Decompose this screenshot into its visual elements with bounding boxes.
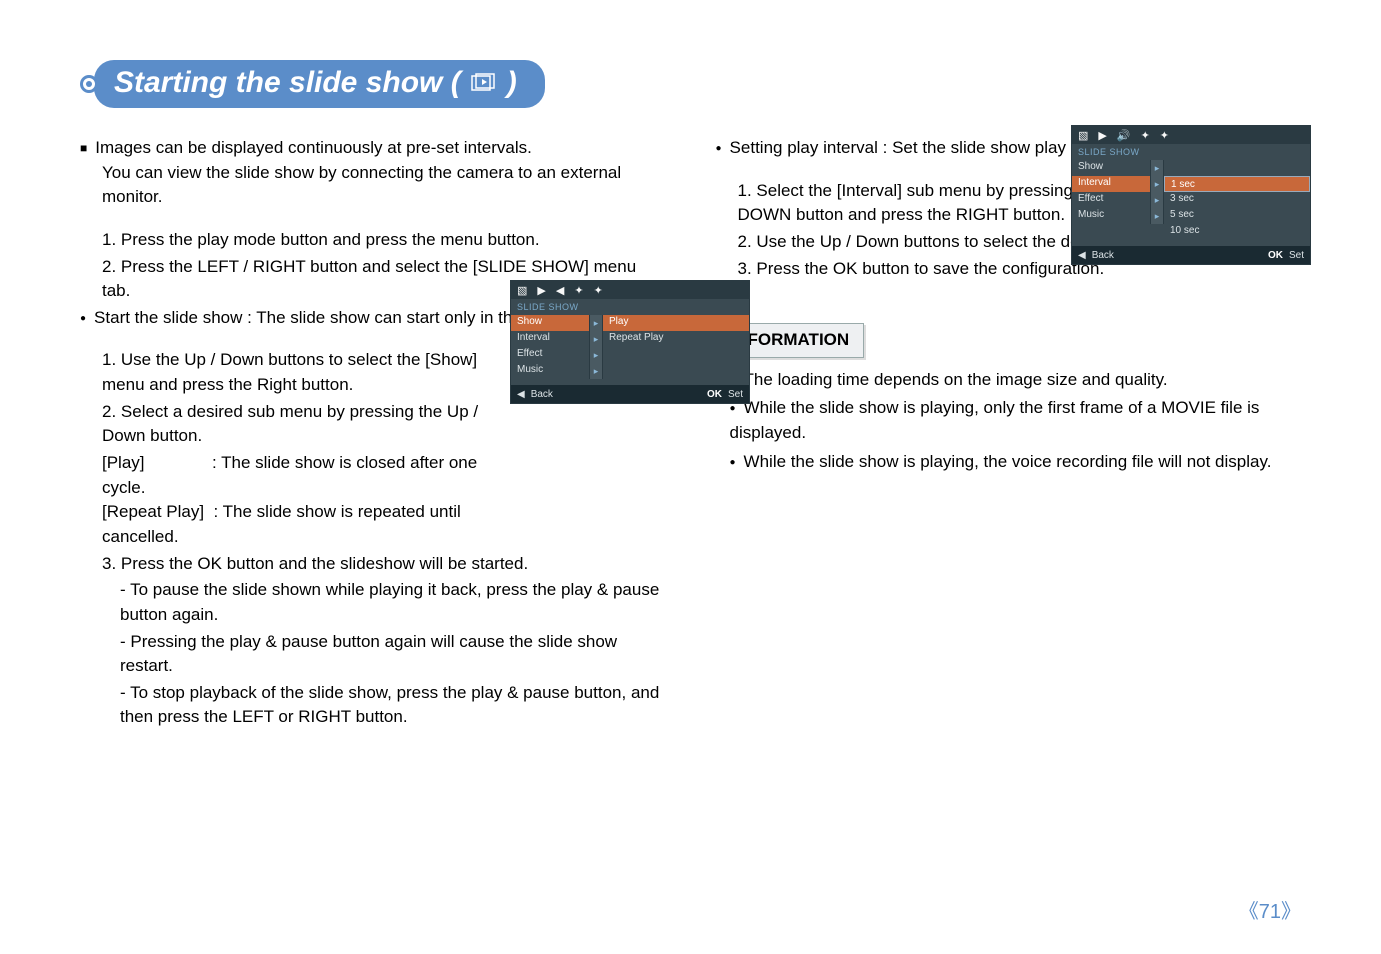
lcd-back-label: Back	[1092, 250, 1114, 261]
information-list: The loading time depends on the image si…	[716, 368, 1302, 475]
start-step-3c: - To stop playback of the slide show, pr…	[80, 681, 666, 730]
lcd-ok-label: OK	[1268, 250, 1283, 261]
info-item-2: While the slide show is playing, only th…	[716, 396, 1302, 445]
intro-line1: Images can be displayed continuously at …	[80, 136, 666, 161]
title-text: Starting the slide show (	[114, 66, 461, 100]
chevron-right-icon: ▸	[1150, 160, 1164, 176]
info-item-3: While the slide show is playing, the voi…	[716, 450, 1302, 475]
left-arrow-icon: ◀	[517, 389, 525, 400]
play-desc: : The slide show is closed after one cyc…	[102, 453, 477, 497]
left-column: Images can be displayed continuously at …	[80, 136, 666, 732]
sound-tab-icon: ◀	[556, 284, 564, 297]
lcd-tab-icons: ▧ ▶ 🔊 ✦ ✦	[1072, 126, 1310, 144]
play-label: [Play]	[102, 453, 145, 472]
page-title-wrap: Starting the slide show ( )	[80, 60, 1301, 108]
start-step-3: 3. Press the OK button and the slideshow…	[80, 552, 666, 577]
lcd-value-5sec: 5 sec	[1164, 208, 1310, 224]
lcd-label-effect: Effect	[511, 347, 589, 363]
sound-tab-icon: 🔊	[1117, 129, 1131, 142]
lcd-label-music: Music	[1072, 208, 1150, 224]
chevron-right-icon: ▸	[1150, 176, 1164, 192]
intro-line2: You can view the slide show by connectin…	[80, 161, 666, 210]
tool1-tab-icon: ✦	[1141, 129, 1150, 142]
page-number: 71	[1239, 895, 1301, 924]
lcd-label-show: Show	[1072, 160, 1150, 176]
lcd-row-show: Show ▸ Play	[511, 315, 749, 331]
slideshow-tab-icon: ▧	[1078, 129, 1088, 142]
lcd-value-1sec: 1 sec	[1164, 176, 1310, 192]
start-step-1: 1. Use the Up / Down buttons to select t…	[80, 348, 500, 397]
title-bullet-icon	[80, 75, 98, 93]
chevron-right-icon: ▸	[1150, 208, 1164, 224]
lcd-row-interval: Interval ▸ 1 sec	[1072, 176, 1310, 192]
chevron-right-icon: ▸	[589, 347, 603, 363]
repeat-label: [Repeat Play]	[102, 502, 204, 521]
lcd-menu-title: SLIDE SHOW	[511, 299, 749, 315]
lcd-label-interval: Interval	[511, 331, 589, 347]
lcd-row-music: Music ▸	[511, 363, 749, 379]
lcd-label-interval: Interval	[1072, 176, 1150, 192]
repeat-option: [Repeat Play] : The slide show is repeat…	[80, 500, 500, 549]
lcd-value-play: Play	[603, 315, 749, 331]
tool1-tab-icon: ✦	[574, 284, 583, 297]
lcd-value-10sec: 10 sec	[1164, 224, 1310, 240]
lcd-set-label: Set	[728, 389, 743, 400]
start-step-3a: - To pause the slide shown while playing…	[80, 578, 666, 627]
lcd-label-effect: Effect	[1072, 192, 1150, 208]
lcd-row-effect: Effect ▸ 3 sec	[1072, 192, 1310, 208]
camera-lcd-interval-menu: ▧ ▶ 🔊 ✦ ✦ SLIDE SHOW Show ▸ Interval ▸ 1…	[1071, 125, 1311, 265]
left-arrow-icon: ◀	[1078, 250, 1086, 261]
lcd-ok-label: OK	[707, 389, 722, 400]
step-1: 1. Press the play mode button and press …	[80, 228, 666, 253]
title-text-end: )	[507, 66, 517, 100]
tool2-tab-icon: ✦	[1160, 129, 1169, 142]
info-item-1: The loading time depends on the image si…	[716, 368, 1302, 393]
lcd-row-show: Show ▸	[1072, 160, 1310, 176]
camera-lcd-show-menu: ▧ ▶ ◀ ✦ ✦ SLIDE SHOW Show ▸ Play Interva…	[510, 280, 750, 404]
chevron-right-icon: ▸	[589, 363, 603, 379]
lcd-row-music: Music ▸ 5 sec	[1072, 208, 1310, 224]
lcd-footer: ◀ Back OK Set	[511, 385, 749, 403]
lcd-tab-icons: ▧ ▶ ◀ ✦ ✦	[511, 281, 749, 299]
lcd-row-interval: Interval ▸ Repeat Play	[511, 331, 749, 347]
lcd-label-show: Show	[511, 315, 589, 331]
slideshow-icon	[471, 73, 497, 93]
tool2-tab-icon: ✦	[594, 284, 603, 297]
slideshow-tab-icon: ▧	[517, 284, 527, 297]
play-tab-icon: ▶	[1098, 129, 1106, 142]
lcd-row-effect: Effect ▸	[511, 347, 749, 363]
lcd-set-label: Set	[1289, 250, 1304, 261]
lcd-value-repeat: Repeat Play	[603, 331, 749, 347]
play-tab-icon: ▶	[537, 284, 545, 297]
lcd-back-label: Back	[531, 389, 553, 400]
lcd-label-music: Music	[511, 363, 589, 379]
page-title: Starting the slide show ( )	[94, 60, 545, 108]
chevron-right-icon: ▸	[1150, 192, 1164, 208]
lcd-value-3sec: 3 sec	[1164, 192, 1310, 208]
chevron-right-icon: ▸	[589, 315, 603, 331]
play-option: [Play] : The slide show is closed after …	[80, 451, 500, 500]
lcd-row-10sec: 10 sec	[1072, 224, 1310, 240]
start-step-3b: - Pressing the play & pause button again…	[80, 630, 666, 679]
lcd-menu-title: SLIDE SHOW	[1072, 144, 1310, 160]
chevron-right-icon: ▸	[589, 331, 603, 347]
lcd-footer: ◀ Back OK Set	[1072, 246, 1310, 264]
start-step-2: 2. Select a desired sub menu by pressing…	[80, 400, 500, 449]
